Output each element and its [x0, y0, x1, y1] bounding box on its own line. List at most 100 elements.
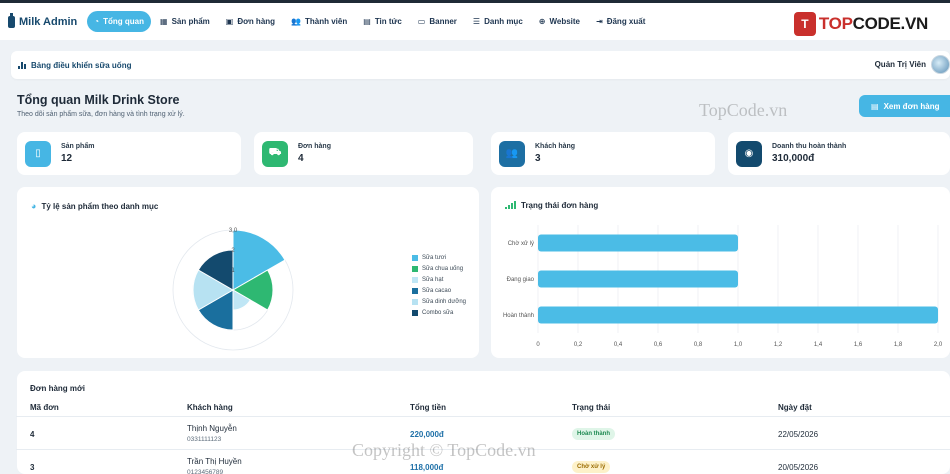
order-date: 20/05/2026	[778, 463, 819, 472]
nav-item-label: Danh mục	[484, 17, 523, 26]
stat-card-0: ▯ Sản phẩm 12	[17, 132, 241, 175]
column-header: Khách hàng	[187, 403, 233, 412]
logout-icon: ⇥	[596, 17, 603, 26]
stat-card-1: ⛟ Đơn hàng 4	[254, 132, 473, 175]
cart-icon: ⛟	[262, 140, 288, 167]
nav-item-0[interactable]: ◔ Tổng quan	[87, 11, 151, 32]
x-tick-label: 0,2	[574, 342, 583, 348]
globe-icon: ⊕	[538, 17, 546, 26]
x-tick-label: 1,6	[854, 342, 863, 348]
nav-item-label: Website	[549, 17, 580, 26]
radial-tick-label: 3,0	[229, 228, 238, 234]
stat-value: 310,000đ	[772, 153, 815, 164]
nav-item-1[interactable]: ▦ Sản phẩm	[153, 11, 217, 32]
legend-label: Combo sữa	[422, 309, 454, 316]
stat-card-2: 👥 Khách hàng 3	[491, 132, 715, 175]
nav-item-7[interactable]: ⊕ Website	[532, 11, 587, 32]
legend-item[interactable]: Sữa cacao	[412, 285, 466, 296]
status-badge: Chờ xử lý	[572, 461, 611, 473]
user-menu[interactable]: Quản Trị Viên	[875, 55, 950, 74]
x-tick-label: 1,4	[814, 342, 823, 348]
legend-swatch	[412, 309, 418, 316]
legend-item[interactable]: Combo sữa	[412, 307, 466, 318]
nav-item-label: Sản phẩm	[171, 17, 210, 26]
nav-item-5[interactable]: ▭ Banner	[411, 11, 464, 32]
view-orders-button[interactable]: ▤ Xem đơn hàng	[859, 95, 950, 117]
nav-item-8[interactable]: ⇥ Đăng xuất	[589, 11, 652, 32]
customer-name: Trần Thị Huyền	[187, 457, 242, 466]
stat-value: 12	[61, 153, 73, 164]
stat-value: 4	[298, 153, 304, 164]
legend-label: Sữa cacao	[422, 287, 452, 294]
copyright-watermark: Copyright © TopCode.vn	[352, 440, 536, 460]
column-header: Tổng tiền	[410, 403, 446, 412]
x-tick-label: 1,2	[774, 342, 783, 348]
legend-item[interactable]: Sữa chua uống	[412, 263, 466, 274]
page-title: Tổng quan Milk Drink Store	[17, 93, 180, 107]
y-category-label: Hoàn thành	[503, 313, 534, 319]
legend-item[interactable]: Sữa dinh dưỡng	[412, 296, 466, 307]
nav-item-label: Đăng xuất	[606, 17, 646, 26]
order-date: 22/05/2026	[778, 430, 819, 439]
topcode-logo: T TOPCODE.VN	[793, 12, 928, 36]
order-id: 4	[30, 430, 35, 439]
legend-swatch	[412, 298, 418, 305]
bar-1	[538, 270, 738, 288]
x-tick-label: 0,6	[654, 342, 663, 348]
x-tick-label: 0	[536, 342, 540, 348]
legend-item[interactable]: Sữa tươi	[412, 252, 466, 263]
logo-mark: T	[793, 12, 816, 36]
coins-icon: ◉	[736, 140, 762, 167]
customer-phone: 0123456789	[187, 469, 224, 474]
category-chart-panel: ◕ Tỷ lệ sản phẩm theo danh mục 3,0 2 1 Sữa…	[17, 187, 479, 358]
top-navbar: Milk Admin ◔ Tổng quan ▦ Sản phẩm ▣ Đơn hàng 👥…	[0, 0, 950, 40]
category-legend: Sữa tươi Sữa chua uống Sữa hạt Sữa cacao Sữa…	[412, 252, 466, 318]
main-nav: ◔ Tổng quan ▦ Sản phẩm ▣ Đơn hàng 👥 Thành viên ▤…	[87, 11, 652, 32]
image-icon: ▭	[417, 17, 426, 26]
newspaper-icon: ▤	[363, 17, 371, 26]
nav-item-2[interactable]: ▣ Đơn hàng	[219, 11, 282, 32]
legend-label: Sữa tươi	[422, 254, 446, 261]
x-tick-label: 1,8	[894, 342, 903, 348]
stat-label: Khách hàng	[535, 143, 576, 150]
brand[interactable]: Milk Admin	[8, 12, 78, 28]
stat-value: 3	[535, 153, 541, 164]
users-icon: 👥	[291, 17, 302, 26]
stat-card-3: ◉ Doanh thu hoàn thành 310,000đ	[728, 132, 950, 175]
legend-label: Sữa chua uống	[422, 265, 464, 272]
legend-swatch	[412, 254, 418, 261]
order-total: 220,000đ	[410, 430, 444, 439]
x-tick-label: 1,0	[734, 342, 743, 348]
legend-swatch	[412, 276, 418, 283]
stat-label: Đơn hàng	[298, 143, 331, 150]
legend-item[interactable]: Sữa hạt	[412, 274, 466, 285]
y-category-label: Chờ xử lý	[508, 240, 534, 247]
customer-phone: 0331111123	[187, 436, 222, 443]
recent-orders-title: Đơn hàng mới	[30, 384, 85, 393]
avatar[interactable]	[931, 55, 950, 74]
category-polar-chart: 3,021	[172, 228, 294, 351]
nav-item-label: Tin tức	[374, 17, 402, 26]
milk-bottle-icon	[8, 12, 15, 28]
user-name: Quản Trị Viên	[874, 60, 926, 69]
column-header: Ngày đặt	[778, 403, 812, 412]
nav-item-label: Thành viên	[305, 17, 348, 26]
nav-item-3[interactable]: 👥 Thành viên	[284, 11, 354, 32]
boxes-icon: ▦	[160, 17, 168, 26]
logo-text: TOPCODE.VN	[818, 14, 928, 33]
stat-label: Doanh thu hoàn thành	[772, 143, 847, 150]
nav-item-6[interactable]: ☰ Danh mục	[466, 11, 530, 32]
truck-icon: ▣	[225, 17, 234, 26]
order-total: 118,000đ	[410, 463, 444, 472]
document-icon: ▤	[871, 101, 879, 111]
legend-swatch	[412, 287, 418, 294]
order-id: 3	[30, 463, 35, 472]
list-icon: ☰	[472, 17, 481, 26]
brand-name: Milk Admin	[19, 15, 78, 28]
nav-item-4[interactable]: ▤ Tin tức	[356, 11, 409, 32]
column-header: Trạng thái	[572, 403, 611, 412]
nav-item-label: Đơn hàng	[237, 17, 276, 26]
nav-item-label: Tổng quan	[103, 17, 144, 26]
page-subtitle: Theo dõi sản phẩm sữa, đơn hàng và tình …	[17, 111, 185, 118]
dashboard-icon: ◔	[94, 17, 100, 26]
